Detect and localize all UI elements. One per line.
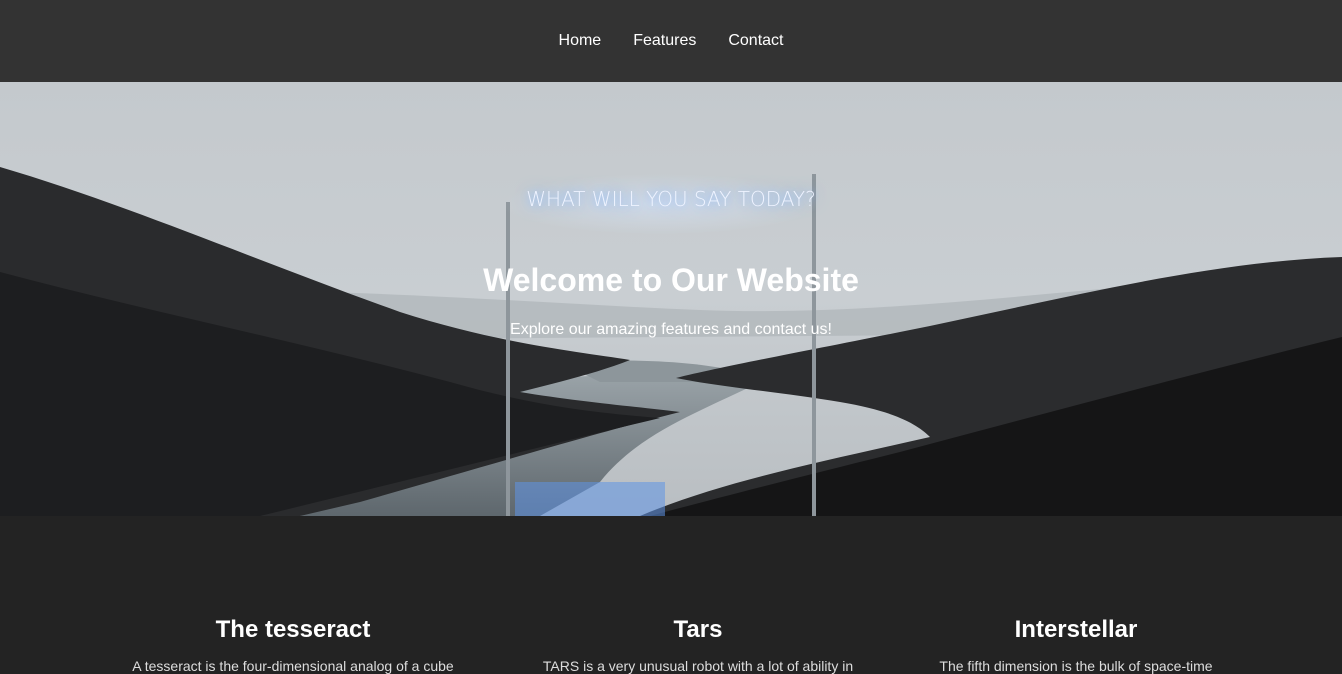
feature-text: The fifth dimension is the bulk of space…: [939, 658, 1213, 674]
hero-background-image: [0, 82, 1342, 516]
hero-title: Welcome to Our Website: [483, 262, 859, 298]
feature-card-interstellar: Interstellar The fifth dimension is the …: [866, 616, 1286, 674]
features-section: The tesseract A tesseract is the four-di…: [0, 516, 1342, 674]
feature-title: Interstellar: [1014, 616, 1138, 643]
top-navbar: Home Features Contact: [0, 0, 1342, 82]
feature-title: Tars: [673, 616, 723, 643]
nav-link-contact[interactable]: Contact: [728, 32, 783, 50]
nav-link-features[interactable]: Features: [633, 32, 696, 50]
feature-text: A tesseract is the four-dimensional anal…: [132, 658, 454, 674]
nav-link-home[interactable]: Home: [559, 32, 602, 50]
feature-text: TARS is a very unusual robot with a lot …: [542, 658, 854, 674]
hero-banner: WHAT WILL YOU SAY TODAY? Welcome to Our …: [0, 82, 1342, 516]
feature-card-tars: Tars TARS is a very unusual robot with a…: [488, 616, 908, 674]
hero-subtitle: Explore our amazing features and contact…: [510, 321, 832, 338]
neon-sign-text: WHAT WILL YOU SAY TODAY?: [526, 187, 816, 211]
feature-title: The tesseract: [215, 616, 371, 643]
feature-card-tesseract: The tesseract A tesseract is the four-di…: [83, 616, 503, 674]
